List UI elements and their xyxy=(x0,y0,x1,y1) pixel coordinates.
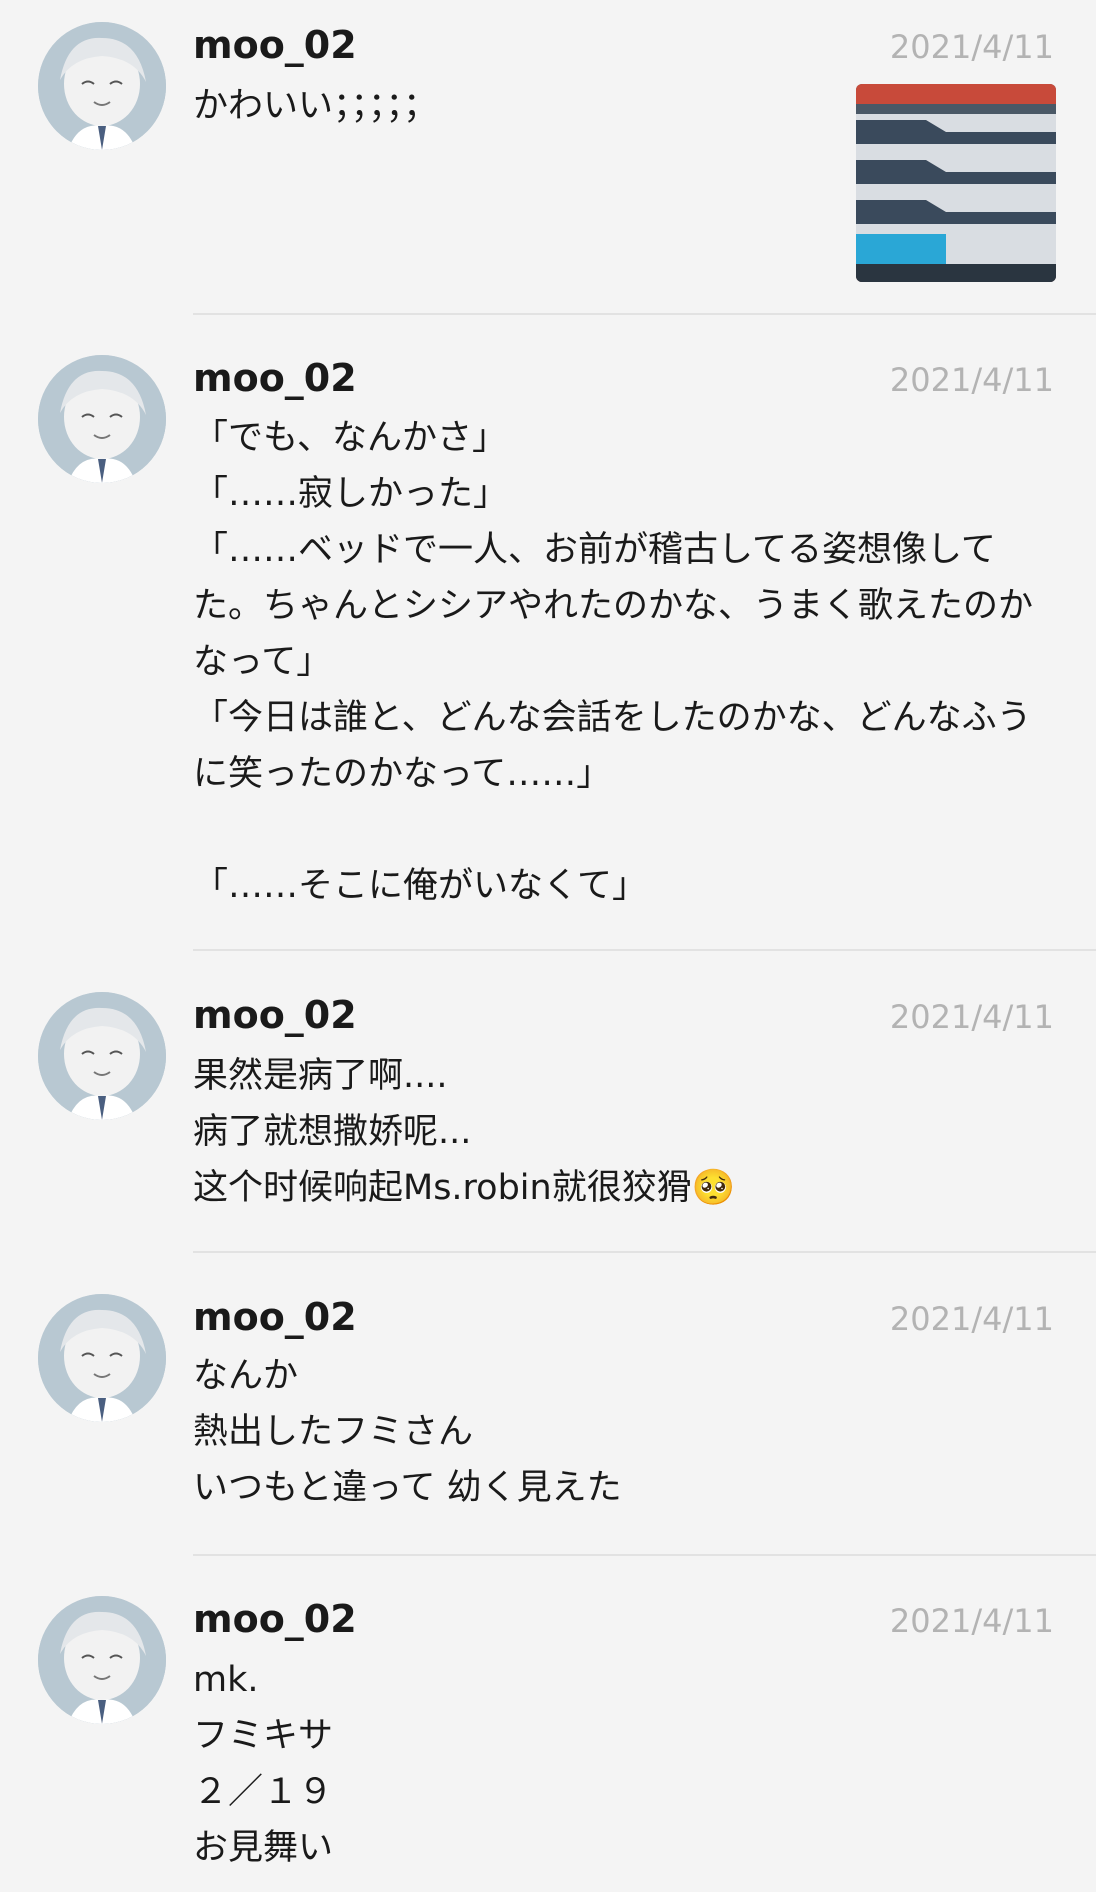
post-feed: moo_02 2021/4/11 かわいい；；；；； moo_02 2021/4… xyxy=(0,0,1096,1892)
message-text: かわいい；；；；； xyxy=(193,86,439,126)
divider xyxy=(193,1251,1096,1253)
timestamp: 2021/4/11 xyxy=(889,1300,1054,1338)
avatar[interactable] xyxy=(38,22,166,150)
username[interactable]: moo_02 xyxy=(193,1294,357,1340)
timestamp: 2021/4/11 xyxy=(889,28,1054,66)
timestamp: 2021/4/11 xyxy=(889,998,1054,1036)
image-thumbnail[interactable] xyxy=(856,84,1056,282)
avatar-icon xyxy=(38,1596,166,1724)
avatar[interactable] xyxy=(38,1294,166,1422)
message-text: 「でも、なんかさ」 「……寂しかった」 「……ベッドで一人、お前が稽古してる姿想… xyxy=(193,418,1034,906)
divider xyxy=(193,949,1096,951)
divider xyxy=(193,313,1096,315)
timestamp: 2021/4/11 xyxy=(889,1602,1054,1640)
avatar-icon xyxy=(38,355,166,483)
divider xyxy=(193,1554,1096,1556)
username[interactable]: moo_02 xyxy=(193,22,357,68)
message-text: なんか 熱出したフミさん いつもと違って 幼く見えた xyxy=(193,1356,622,1508)
avatar[interactable] xyxy=(38,1596,166,1724)
avatar-icon xyxy=(38,22,166,150)
username[interactable]: moo_02 xyxy=(193,992,357,1038)
message-text: mk. フミキサ ２／１９ お見舞い xyxy=(193,1660,334,1868)
username[interactable]: moo_02 xyxy=(193,355,357,401)
message-text: 果然是病了啊.... 病了就想撒娇呢... 这个时候响起Ms.robin就很狡猾… xyxy=(193,1056,736,1208)
avatar[interactable] xyxy=(38,355,166,483)
username[interactable]: moo_02 xyxy=(193,1596,357,1642)
avatar-icon xyxy=(38,1294,166,1422)
avatar[interactable] xyxy=(38,992,166,1120)
timestamp: 2021/4/11 xyxy=(889,361,1054,399)
image-thumbnail-icon xyxy=(856,84,1056,282)
avatar-icon xyxy=(38,992,166,1120)
